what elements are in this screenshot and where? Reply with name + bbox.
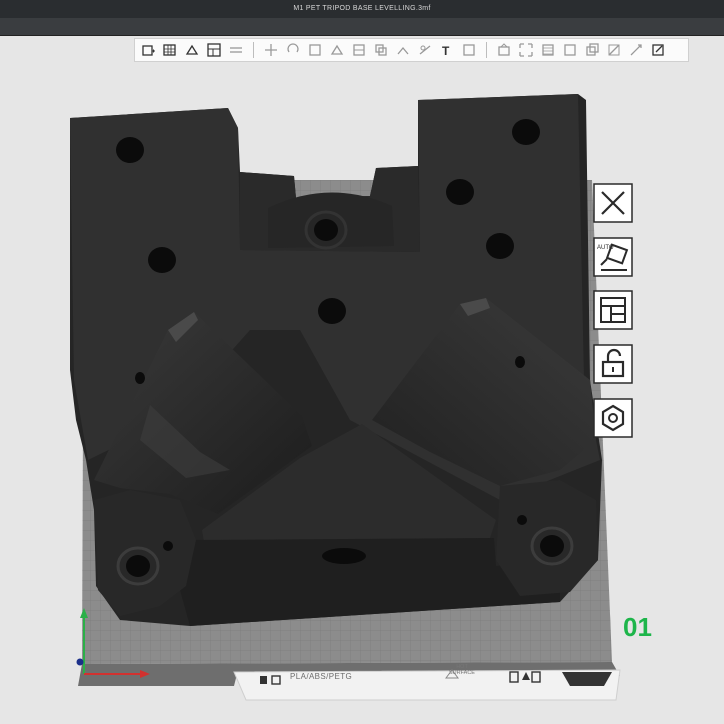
model-tripod-base[interactable]: [70, 94, 602, 626]
bed-surface-label: HOT SURFACE: [442, 664, 482, 676]
remove-plate-button[interactable]: [592, 182, 634, 224]
plate-settings-icon: [593, 398, 633, 438]
plate-visible-icon[interactable]: [562, 672, 612, 686]
auto-orient-plate-button[interactable]: AUTO: [592, 236, 634, 278]
app-window: M1 PET TRIPOD BASE LEVELLING.3mf T PLA/A…: [0, 0, 724, 724]
surface-line-2: SURFACE: [449, 670, 475, 676]
arrange-plate-button[interactable]: [592, 289, 634, 331]
plate-settings-button[interactable]: [592, 397, 634, 439]
lock-plate-button[interactable]: [592, 343, 634, 385]
plate-number[interactable]: 01: [623, 612, 652, 643]
auto-orient-plate-icon: AUTO: [593, 237, 633, 277]
filament-type-label: PLA/ABS/PETG: [290, 672, 353, 681]
arrange-plate-icon: [593, 290, 633, 330]
lock-plate-icon: [593, 344, 633, 384]
plate-filament-icon[interactable]: [260, 676, 267, 684]
remove-plate-icon: [593, 183, 633, 223]
